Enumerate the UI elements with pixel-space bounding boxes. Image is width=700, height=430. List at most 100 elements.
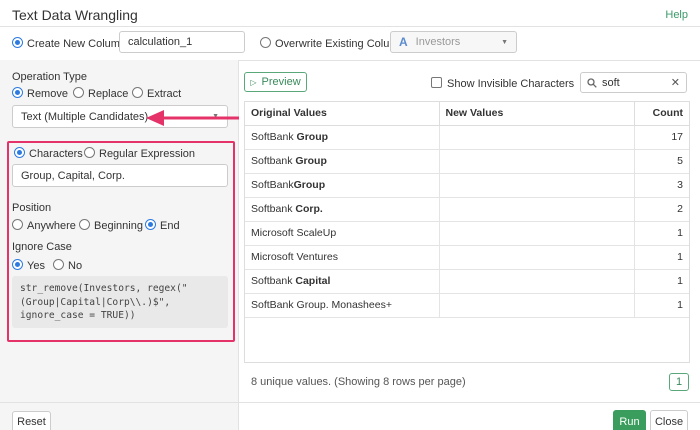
original-value-text: Softbank	[251, 203, 296, 215]
operation-mode-value: Text (Multiple Candidates)	[21, 110, 149, 123]
regex-label: Regular Expression	[99, 148, 195, 160]
search-icon	[587, 77, 597, 88]
table-row: SoftBank Group 17	[245, 125, 689, 150]
table-row: SoftBankGroup 3	[245, 173, 689, 198]
show-invisible-checkbox[interactable]: Show Invisible Characters ?	[431, 77, 593, 90]
operation-extract-radio[interactable]: Extract	[132, 87, 181, 100]
original-value-cell: SoftBankGroup	[245, 173, 440, 198]
original-value-cell: SoftBank Group	[245, 125, 440, 150]
checkbox-icon	[431, 77, 442, 88]
table-row: Microsoft ScaleUp 1	[245, 221, 689, 246]
operation-remove-radio[interactable]: Remove	[12, 87, 68, 100]
original-value-text: Microsoft ScaleUp	[251, 227, 337, 239]
original-value-cell: Microsoft Ventures	[245, 245, 440, 270]
clear-icon[interactable]: ✕	[671, 76, 680, 89]
create-new-column-radio[interactable]: Create New Column	[12, 37, 126, 50]
overwrite-column-radio[interactable]: Overwrite Existing Column	[260, 37, 405, 50]
operation-remove-label: Remove	[27, 88, 68, 100]
ignore-case-yes-radio[interactable]: Yes	[12, 259, 45, 272]
close-button[interactable]: Close	[650, 410, 688, 430]
ignore-case-title: Ignore Case	[12, 241, 72, 253]
original-value-text: Softbank	[251, 155, 296, 167]
original-value-cell: Softbank Group	[245, 149, 440, 174]
original-value-text: SoftBank Group. Monashees+	[251, 299, 392, 311]
radio-unselected-icon	[12, 219, 23, 230]
play-icon: ▷	[250, 77, 257, 87]
ignore-case-no-radio[interactable]: No	[53, 259, 82, 272]
new-column-name-input[interactable]: calculation_1	[119, 31, 245, 53]
existing-column-select[interactable]: A Investors ▼	[390, 31, 517, 53]
preview-button[interactable]: ▷ Preview	[244, 72, 307, 92]
radio-unselected-icon	[260, 37, 271, 48]
column-header-new[interactable]: New Values	[439, 102, 635, 126]
original-value-cell: Softbank Capital	[245, 269, 440, 294]
characters-radio[interactable]: Characters	[14, 147, 83, 160]
radio-unselected-icon	[132, 87, 143, 98]
overwrite-column-label: Overwrite Existing Column	[275, 38, 405, 50]
radio-selected-icon	[14, 147, 25, 158]
footer-divider	[0, 402, 700, 403]
position-end-radio[interactable]: End	[145, 219, 180, 232]
table-header-row: Original Values New Values Count	[245, 102, 689, 126]
show-invisible-label: Show Invisible Characters	[447, 78, 575, 90]
radio-selected-icon	[145, 219, 156, 230]
count-cell: 5	[634, 149, 689, 174]
operation-replace-radio[interactable]: Replace	[73, 87, 128, 100]
count-cell: 3	[634, 173, 689, 198]
new-value-cell	[439, 149, 635, 174]
count-cell: 1	[634, 293, 689, 318]
count-cell: 1	[634, 245, 689, 270]
new-value-cell	[439, 245, 635, 270]
table-row: Softbank Corp. 2	[245, 197, 689, 222]
new-value-cell	[439, 173, 635, 198]
column-header-original[interactable]: Original Values	[245, 102, 440, 126]
page-button[interactable]: 1	[669, 373, 689, 391]
radio-selected-icon	[12, 37, 23, 48]
radio-unselected-icon	[79, 219, 90, 230]
original-value-cell: Microsoft ScaleUp	[245, 221, 440, 246]
position-anywhere-radio[interactable]: Anywhere	[12, 219, 76, 232]
match-text-input[interactable]: Group, Capital, Corp.	[12, 164, 228, 187]
help-link[interactable]: Help	[665, 9, 688, 21]
original-value-text: Microsoft Ventures	[251, 251, 338, 263]
table-row: Softbank Group 5	[245, 149, 689, 174]
run-button[interactable]: Run	[613, 410, 646, 430]
position-beginning-radio[interactable]: Beginning	[79, 219, 143, 232]
new-value-cell	[439, 125, 635, 150]
original-value-text: SoftBank	[251, 179, 294, 191]
original-value-text: SoftBank	[251, 131, 297, 143]
operation-extract-label: Extract	[147, 88, 182, 100]
generated-code: str_remove(Investors, regex(" (Group|Cap…	[12, 276, 228, 328]
matched-text: Capital	[295, 275, 331, 287]
search-input[interactable]: soft ✕	[580, 72, 687, 93]
radio-selected-icon	[12, 87, 23, 98]
position-end-label: End	[160, 220, 180, 232]
position-title: Position	[12, 202, 52, 214]
summary-text: 8 unique values. (Showing 8 rows per pag…	[251, 376, 466, 388]
count-cell: 1	[634, 221, 689, 246]
position-beginning-label: Beginning	[94, 220, 143, 232]
search-value: soft	[602, 76, 620, 89]
count-cell: 2	[634, 197, 689, 222]
table-row: Microsoft Ventures 1	[245, 245, 689, 270]
column-header-count[interactable]: Count	[634, 102, 689, 126]
reset-button[interactable]: Reset	[12, 411, 51, 430]
radio-selected-icon	[12, 259, 23, 270]
operation-type-title: Operation Type	[12, 71, 88, 83]
arrow-icon	[146, 110, 239, 126]
original-value-cell: SoftBank Group. Monashees+	[245, 293, 440, 318]
preview-table: Original Values New Values Count SoftBan…	[244, 101, 690, 363]
text-type-icon: A	[399, 35, 408, 49]
chevron-down-icon: ▼	[501, 38, 508, 46]
operation-replace-label: Replace	[88, 88, 129, 100]
new-value-cell	[439, 197, 635, 222]
table-row: Softbank Capital 1	[245, 269, 689, 294]
matched-text: Group	[296, 131, 329, 143]
original-value-text: Softbank	[251, 275, 296, 287]
characters-label: Characters	[29, 148, 83, 160]
regex-radio[interactable]: Regular Expression	[84, 147, 195, 160]
count-cell: 1	[634, 269, 689, 294]
matched-text: Group	[293, 179, 326, 191]
ignore-case-yes-label: Yes	[27, 260, 45, 272]
radio-unselected-icon	[53, 259, 64, 270]
